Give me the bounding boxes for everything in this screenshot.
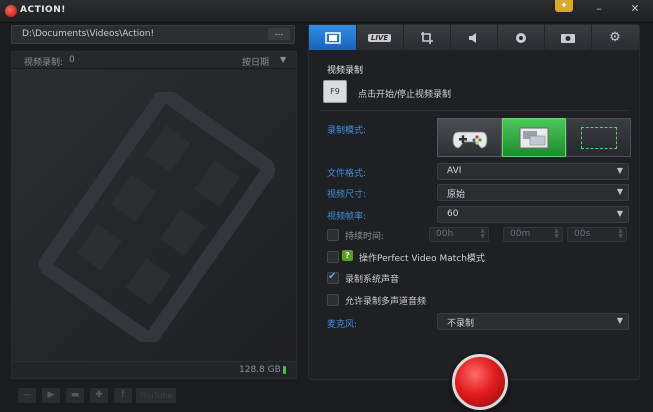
- tab-audio[interactable]: [450, 25, 498, 50]
- crop-icon: [420, 31, 433, 44]
- duration-seconds[interactable]: 00s ▲ ▼: [567, 227, 627, 242]
- tab-bar: LIVE ⚙: [309, 25, 639, 50]
- multi-audio-checkbox[interactable]: [327, 294, 339, 306]
- webcam-icon: [515, 32, 526, 43]
- spinner-icon[interactable]: ▲ ▼: [618, 228, 623, 240]
- chevron-down-icon: ▼: [616, 316, 623, 325]
- help-icon[interactable]: ?: [342, 250, 353, 261]
- app-title: ACTION!: [20, 5, 66, 15]
- speaker-icon: [468, 32, 476, 43]
- tab-settings[interactable]: ⚙: [591, 25, 639, 50]
- chevron-down-icon: ▼: [616, 166, 623, 175]
- play-button[interactable]: ▶: [42, 388, 60, 403]
- app-logo-icon: [5, 5, 17, 17]
- fps-label: 视频帧率:: [327, 212, 367, 222]
- spinner-icon[interactable]: ▲ ▼: [480, 228, 485, 240]
- list-footer: 128.8 GB: [11, 361, 297, 379]
- hotkey-key[interactable]: F9: [323, 80, 347, 103]
- video-list[interactable]: 视频录制: 0 按日期 ▼: [11, 51, 297, 362]
- format-label: 文件格式:: [327, 169, 367, 179]
- bulb-icon[interactable]: ✦: [555, 0, 573, 12]
- duration-checkbox[interactable]: [327, 229, 339, 241]
- chevron-down-icon: ▼: [616, 187, 623, 196]
- pvm-checkbox[interactable]: [327, 251, 339, 263]
- disk-free-space: 128.8 GB: [239, 365, 281, 375]
- mode-label: 录制模式:: [327, 126, 367, 136]
- camera-icon: [560, 33, 575, 43]
- system-sound-checkbox[interactable]: [327, 271, 339, 284]
- duration-minutes[interactable]: 00m ▲ ▼: [503, 227, 563, 242]
- tab-live[interactable]: LIVE: [356, 25, 404, 50]
- tab-webcam[interactable]: [497, 25, 545, 50]
- tab-screenshot[interactable]: [403, 25, 451, 50]
- size-value: 原始: [447, 190, 466, 200]
- size-select[interactable]: 原始 ▼: [437, 184, 629, 201]
- spinner-icon[interactable]: ▲ ▼: [554, 228, 559, 240]
- size-label: 视频尺寸:: [327, 190, 367, 200]
- gear-icon: ⚙: [609, 30, 621, 45]
- film-watermark-icon: [38, 92, 276, 342]
- section-title: 视频录制: [327, 66, 364, 76]
- duration-label: 持续时间:: [345, 232, 385, 242]
- sort-dropdown[interactable]: 按日期: [242, 55, 269, 68]
- share-button[interactable]: ✚: [90, 388, 108, 403]
- format-select[interactable]: AVI ▼: [437, 163, 629, 180]
- duration-hours[interactable]: 00h ▲ ▼: [429, 227, 489, 242]
- live-icon: LIVE: [367, 33, 392, 42]
- minimize-button[interactable]: –: [592, 2, 606, 16]
- mic-value: 不录制: [447, 319, 475, 329]
- youtube-button[interactable]: YouTube: [136, 388, 176, 403]
- list-count-label: 视频录制:: [24, 58, 64, 68]
- output-path: D:\Documents\Videos\Action!: [22, 29, 155, 39]
- desktop-windows-icon: [519, 127, 549, 148]
- region-select-icon: [580, 126, 617, 149]
- duration-hours-value: 00h: [436, 229, 454, 239]
- folder-button[interactable]: ▬: [66, 388, 84, 403]
- hotkey-description: 点击开始/停止视频录制: [358, 90, 452, 100]
- mic-select[interactable]: 不录制 ▼: [437, 313, 629, 330]
- film-icon: [324, 31, 341, 44]
- settings-panel: LIVE ⚙ 视频录制 F9 点击开始/停止视频录制 录制模式: 文件格式: A…: [308, 24, 640, 380]
- title-bar: ACTION! ✦ – ✕: [0, 0, 653, 23]
- mode-game-button[interactable]: [437, 118, 502, 157]
- tab-video[interactable]: [309, 25, 357, 50]
- facebook-button[interactable]: f: [114, 388, 132, 403]
- duration-minutes-value: 00m: [510, 229, 531, 239]
- browse-button[interactable]: ...: [268, 28, 290, 40]
- pvm-label: 操作Perfect Video Match模式: [359, 254, 485, 264]
- chevron-down-icon[interactable]: ▼: [280, 55, 286, 64]
- multi-audio-label: 允许录制多声道音频: [345, 297, 427, 307]
- gamepad-icon: [452, 131, 487, 148]
- mic-label: 麦克风:: [327, 320, 358, 330]
- chevron-down-icon: ▼: [616, 209, 623, 218]
- mode-screen-button[interactable]: [502, 118, 566, 157]
- divider: [319, 110, 629, 111]
- list-header: 视频录制: 0 按日期 ▼: [12, 52, 296, 69]
- delete-button[interactable]: —: [18, 388, 36, 403]
- fps-value: 60: [447, 209, 459, 219]
- mode-region-button[interactable]: [566, 118, 631, 157]
- output-path-bar: D:\Documents\Videos\Action! ...: [11, 25, 295, 44]
- system-sound-label: 录制系统声音: [345, 275, 400, 285]
- list-count: 0: [69, 55, 75, 65]
- duration-seconds-value: 00s: [574, 229, 591, 239]
- record-button[interactable]: [452, 354, 508, 410]
- tab-camera[interactable]: [544, 25, 592, 50]
- close-button[interactable]: ✕: [628, 2, 642, 16]
- disk-status-indicator: [283, 366, 286, 374]
- fps-select[interactable]: 60 ▼: [437, 206, 629, 223]
- format-value: AVI: [447, 166, 462, 176]
